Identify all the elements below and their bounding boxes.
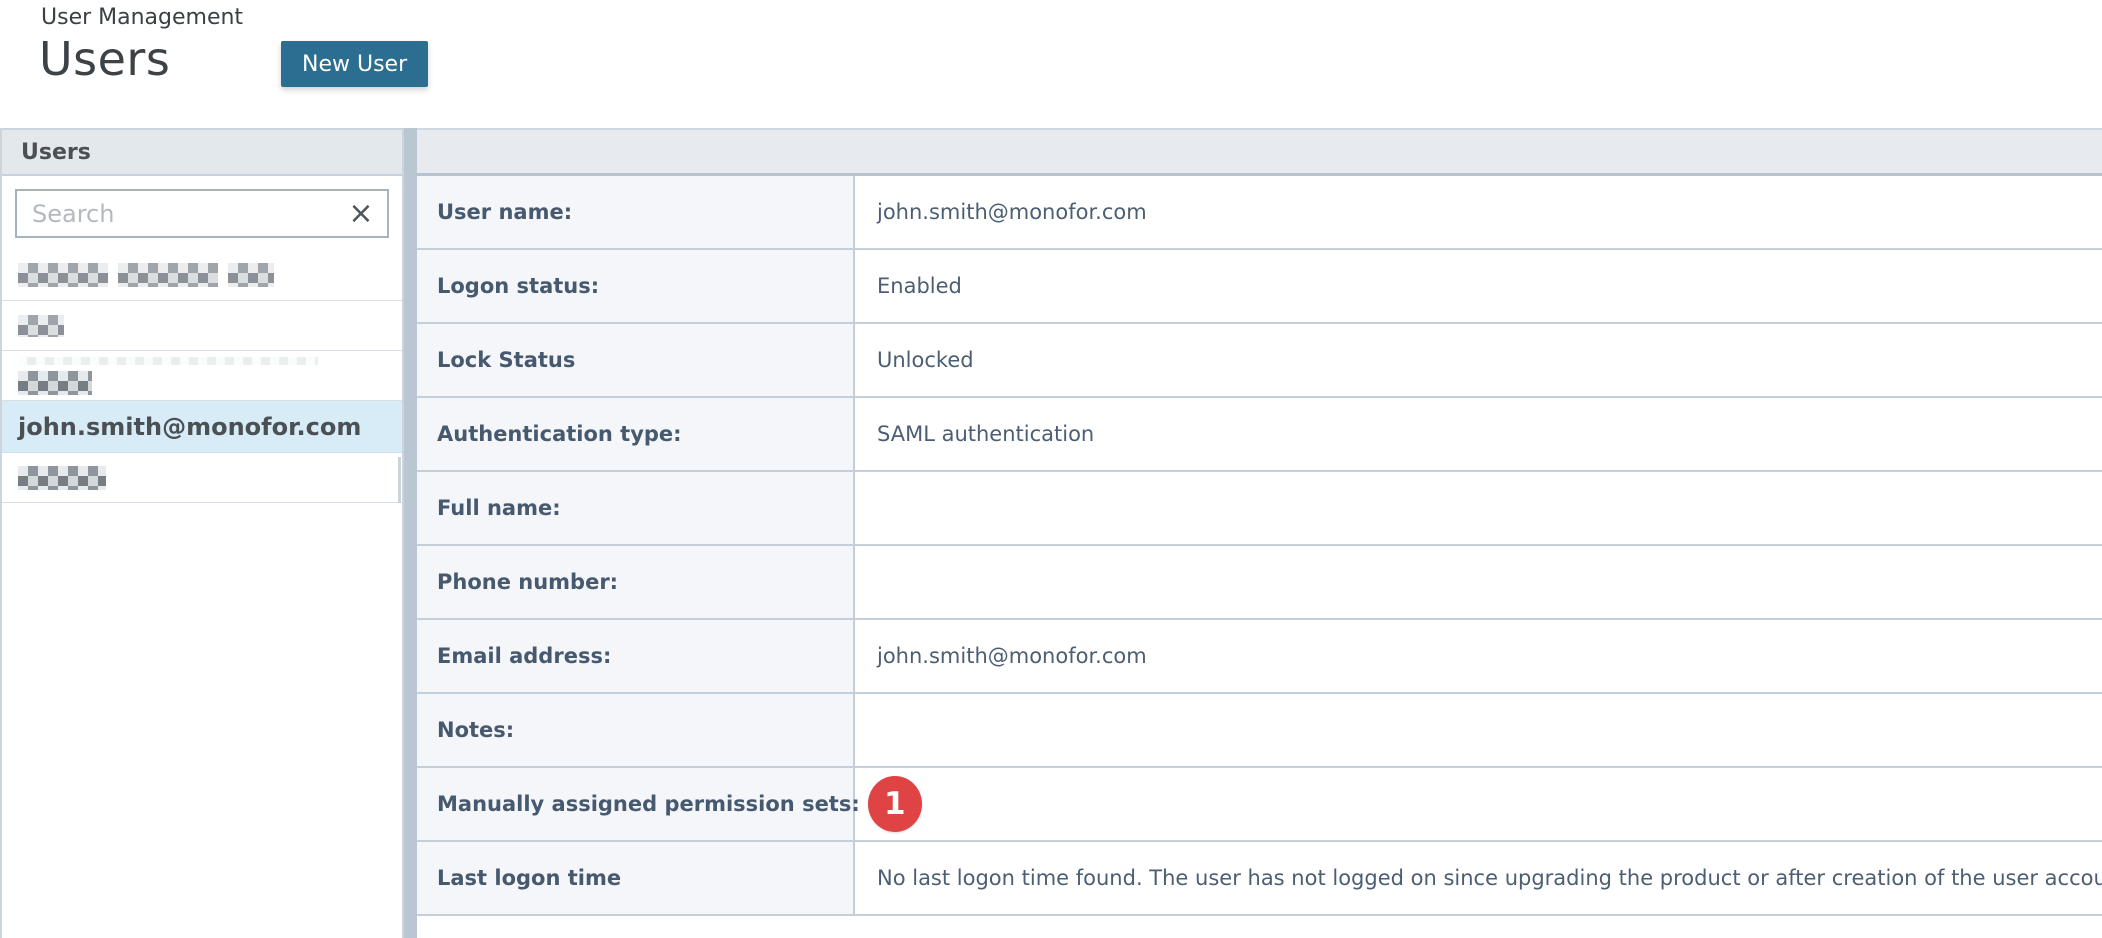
list-scrollbar[interactable] <box>398 457 401 503</box>
new-user-button[interactable]: New User <box>281 41 428 87</box>
user-detail-panel: User name: john.smith@monofor.com Logon … <box>417 128 2102 938</box>
row-value: Unlocked <box>855 324 2102 396</box>
search-box: × <box>15 189 389 238</box>
redacted-text <box>18 315 402 337</box>
row-value: SAML authentication <box>855 398 2102 470</box>
row-label-text: Manually assigned permission sets: <box>437 792 860 816</box>
table-row: Lock Status Unlocked <box>417 324 2102 398</box>
row-label: Full name: <box>417 472 855 544</box>
table-row: Logon status: Enabled <box>417 250 2102 324</box>
page-title: Users <box>39 32 170 86</box>
row-label: Notes: <box>417 694 855 766</box>
sidebar-header: Users <box>2 130 402 176</box>
row-value: john.smith@monofor.com <box>855 176 2102 248</box>
row-value: No last logon time found. The user has n… <box>855 842 2102 914</box>
panel-splitter[interactable] <box>404 128 417 938</box>
user-list-item-redacted[interactable] <box>2 351 402 401</box>
user-list: john.smith@monofor.com <box>2 249 402 938</box>
redacted-text <box>18 263 402 287</box>
row-value <box>855 694 2102 766</box>
row-label: Authentication type: <box>417 398 855 470</box>
row-value <box>855 546 2102 618</box>
search-wrapper: × <box>2 176 402 249</box>
redacted-text <box>18 371 402 395</box>
row-value <box>855 472 2102 544</box>
row-label: Manually assigned permission sets: 1 <box>417 768 855 840</box>
permission-count-badge: 1 <box>868 776 922 832</box>
main-split: Users × <box>0 128 2102 938</box>
search-input[interactable] <box>17 191 335 236</box>
redacted-text <box>18 466 402 490</box>
detail-header-band <box>417 130 2102 176</box>
table-row: Email address: john.smith@monofor.com <box>417 620 2102 694</box>
table-row: Authentication type: SAML authentication <box>417 398 2102 472</box>
breadcrumb: User Management <box>41 5 243 30</box>
row-value: Enabled <box>855 250 2102 322</box>
user-list-item-redacted[interactable] <box>2 301 402 351</box>
user-list-item-redacted[interactable] <box>2 249 402 301</box>
row-label: Phone number: <box>417 546 855 618</box>
table-row: Last logon time No last logon time found… <box>417 842 2102 916</box>
table-row: Notes: <box>417 694 2102 768</box>
table-row: Phone number: <box>417 546 2102 620</box>
row-label: Logon status: <box>417 250 855 322</box>
row-label: Email address: <box>417 620 855 692</box>
table-row: Full name: <box>417 472 2102 546</box>
clear-search-icon[interactable]: × <box>335 199 387 229</box>
row-value <box>855 768 2102 840</box>
redacted-text <box>18 357 318 365</box>
user-item-label: john.smith@monofor.com <box>18 413 402 441</box>
users-sidebar: Users × <box>0 128 404 938</box>
table-row-permission-sets: Manually assigned permission sets: 1 <box>417 768 2102 842</box>
user-list-item-selected[interactable]: john.smith@monofor.com <box>2 401 402 453</box>
user-management-screen: User Management Users New User Users × <box>0 0 2102 938</box>
table-row: User name: john.smith@monofor.com <box>417 176 2102 250</box>
user-list-item-redacted[interactable] <box>2 453 402 503</box>
row-label: Lock Status <box>417 324 855 396</box>
row-label: User name: <box>417 176 855 248</box>
row-label: Last logon time <box>417 842 855 914</box>
row-value: john.smith@monofor.com <box>855 620 2102 692</box>
